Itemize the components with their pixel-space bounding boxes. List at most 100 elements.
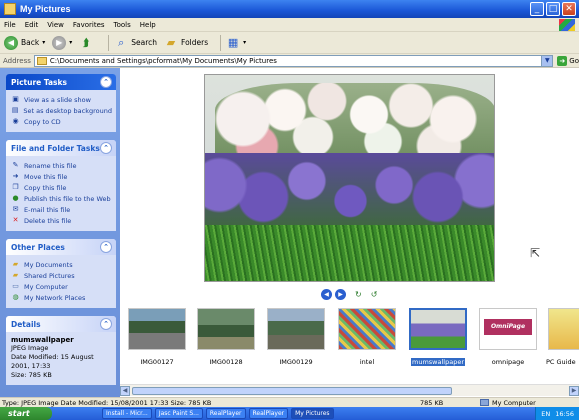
- clock[interactable]: 16:56: [555, 410, 574, 418]
- back-button[interactable]: ◀ Back ▾: [4, 35, 45, 50]
- start-button[interactable]: start: [0, 407, 52, 420]
- toolbar: ◀ Back ▾ ▶ ▾ ⮭ ⌕ Search ▰ Folders ▦ ▾: [0, 32, 579, 54]
- go-arrow-icon: ➜: [557, 55, 568, 66]
- views-button[interactable]: ▦ ▾: [226, 36, 246, 50]
- details-title: Details: [11, 319, 41, 329]
- thumbnail-item[interactable]: IMG00127: [126, 306, 188, 378]
- menu-help[interactable]: Help: [140, 21, 156, 29]
- collapse-icon[interactable]: ⌃: [100, 142, 112, 154]
- thumbnail-item[interactable]: IMG00128: [195, 306, 257, 378]
- views-dropdown-icon[interactable]: ▾: [243, 39, 246, 46]
- taskbar-item[interactable]: Jasc Paint S...: [154, 408, 203, 419]
- search-button[interactable]: ⌕ Search: [114, 36, 157, 50]
- taskbar-item-active[interactable]: My Pictures: [291, 408, 334, 419]
- go-button[interactable]: ➜ Go: [557, 55, 579, 66]
- menu-file[interactable]: File: [4, 21, 16, 29]
- address-dropdown-icon[interactable]: ▼: [541, 55, 553, 66]
- desktop-icon: ▤: [11, 106, 19, 114]
- taskbar-item[interactable]: RealPlayer: [248, 408, 289, 419]
- rotate-clockwise-icon[interactable]: ↻: [355, 290, 362, 299]
- task-delete[interactable]: ✕ Delete this file: [11, 215, 112, 226]
- task-copy[interactable]: ❐ Copy this file: [11, 182, 112, 193]
- maximize-button[interactable]: □: [546, 2, 560, 16]
- thumbnail-item[interactable]: OmniPage omnipage: [477, 306, 539, 378]
- forward-dropdown-icon[interactable]: ▾: [69, 39, 72, 46]
- globe-icon: ●: [12, 194, 19, 202]
- thumbnail-image: [267, 308, 325, 350]
- forward-button[interactable]: ▶ ▾: [52, 35, 72, 50]
- thumbnail-image: [338, 308, 396, 350]
- place-label: Shared Pictures: [24, 271, 75, 280]
- back-dropdown-icon[interactable]: ▾: [42, 39, 45, 46]
- place-label: My Computer: [24, 282, 68, 291]
- task-label: Set as desktop background: [23, 106, 112, 115]
- other-places-header[interactable]: Other Places ⌃: [6, 239, 116, 255]
- status-size: 785 KB: [420, 398, 444, 407]
- scrollbar-thumb[interactable]: [132, 387, 452, 395]
- thumbnail-caption: IMG00127: [140, 358, 174, 366]
- task-publish[interactable]: ● Publish this file to the Web: [11, 193, 112, 204]
- task-rename[interactable]: ✎ Rename this file: [11, 160, 112, 171]
- folders-label: Folders: [181, 38, 209, 47]
- place-my-computer[interactable]: ▭ My Computer: [11, 281, 112, 292]
- thumbnail-image: [128, 308, 186, 350]
- place-shared-pictures[interactable]: ▰ Shared Pictures: [11, 270, 112, 281]
- menu-tools[interactable]: Tools: [114, 21, 131, 29]
- taskbar-item[interactable]: RealPlayer: [205, 408, 246, 419]
- taskbar-item[interactable]: Install - Micr...: [102, 408, 152, 419]
- menu-view[interactable]: View: [47, 21, 64, 29]
- collapse-icon[interactable]: ⌃: [100, 318, 112, 330]
- details-modified: Date Modified: 15 August 2001, 17:33: [11, 353, 94, 370]
- address-input[interactable]: C:\Documents and Settings\pcformat\My Do…: [33, 54, 554, 67]
- collapse-icon[interactable]: ⌃: [100, 76, 112, 88]
- filmstrip-controls: ◀ ▶ ↻ ↺: [321, 289, 377, 300]
- file-tasks-title: File and Folder Tasks: [11, 143, 100, 153]
- folders-button[interactable]: ▰ Folders: [164, 36, 208, 50]
- next-image-button[interactable]: ▶: [335, 289, 346, 300]
- task-label: Rename this file: [24, 161, 77, 170]
- thumbnail-item[interactable]: PC Guide: [544, 306, 579, 378]
- thumbnail-caption: IMG00129: [279, 358, 313, 366]
- place-network[interactable]: ◍ My Network Places: [11, 292, 112, 303]
- thumbnail-item[interactable]: intel: [336, 306, 398, 378]
- task-move[interactable]: ➜ Move this file: [11, 171, 112, 182]
- file-tasks-header[interactable]: File and Folder Tasks ⌃: [6, 140, 116, 156]
- menu-edit[interactable]: Edit: [25, 21, 39, 29]
- address-bar: Address C:\Documents and Settings\pcform…: [0, 54, 579, 68]
- thumbnail-caption: intel: [359, 358, 375, 366]
- task-set-background[interactable]: ▤ Set as desktop background: [11, 105, 112, 116]
- task-label: E-mail this file: [24, 205, 71, 214]
- thumbnail-item-selected[interactable]: mumswallpaper: [407, 306, 469, 378]
- go-label: Go: [569, 56, 579, 65]
- task-view-slideshow[interactable]: ▣ View as a slide show: [11, 94, 112, 105]
- minimize-button[interactable]: _: [530, 2, 544, 16]
- details-size: Size: 785 KB: [11, 371, 52, 379]
- window-title: My Pictures: [20, 4, 71, 14]
- image-preview[interactable]: [204, 74, 495, 282]
- copy-icon: ❐: [12, 183, 19, 191]
- omnipage-logo: OmniPage: [484, 319, 532, 335]
- slideshow-icon: ▣: [12, 95, 19, 103]
- scroll-right-icon[interactable]: ▶: [569, 386, 579, 396]
- language-indicator[interactable]: EN: [541, 410, 550, 418]
- task-email[interactable]: ✉ E-mail this file: [11, 204, 112, 215]
- place-my-documents[interactable]: ▰ My Documents: [11, 259, 112, 270]
- task-copy-to-cd[interactable]: ◉ Copy to CD: [11, 116, 112, 127]
- status-location-label: My Computer: [492, 398, 536, 407]
- details-filename: mumswallpaper: [11, 336, 74, 344]
- scroll-left-icon[interactable]: ◀: [120, 386, 130, 396]
- horizontal-scrollbar[interactable]: ◀ ▶: [120, 384, 579, 396]
- details-panel: Details ⌃ mumswallpaper JPEG Image Date …: [6, 316, 116, 385]
- rotate-counterclockwise-icon[interactable]: ↺: [371, 290, 378, 299]
- previous-image-button[interactable]: ◀: [321, 289, 332, 300]
- toolbar-separator: [220, 34, 222, 51]
- folder-icon: ▰: [12, 271, 19, 279]
- picture-tasks-header[interactable]: Picture Tasks ⌃: [6, 74, 116, 90]
- collapse-icon[interactable]: ⌃: [100, 241, 112, 253]
- search-icon: ⌕: [118, 35, 125, 49]
- close-button[interactable]: ✕: [562, 2, 576, 16]
- up-folder-button[interactable]: ⮭: [79, 36, 96, 50]
- thumbnail-item[interactable]: IMG00129: [265, 306, 327, 378]
- details-header[interactable]: Details ⌃: [6, 316, 116, 332]
- menu-favorites[interactable]: Favorites: [73, 21, 105, 29]
